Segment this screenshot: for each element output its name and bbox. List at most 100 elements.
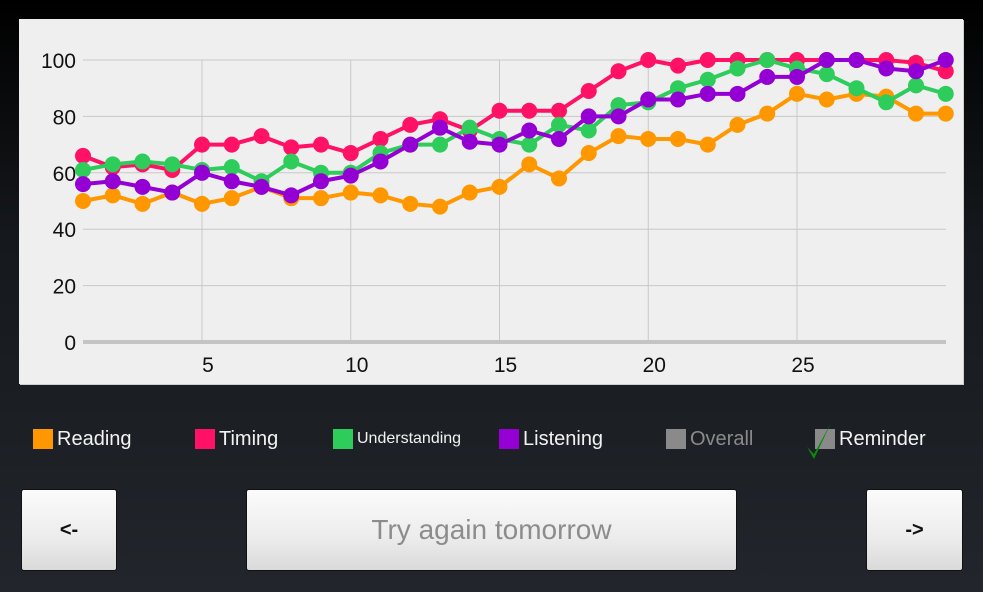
legend-item-timing[interactable]: Timing [195,424,278,454]
understanding-point [461,119,478,136]
next-button[interactable]: -> [866,489,963,571]
reading-point [461,184,478,201]
previous-button[interactable]: <- [21,489,117,571]
x-tick-label: 15 [494,354,517,377]
reading-point [818,91,835,108]
y-tick-label: 60 [53,163,76,186]
understanding-line [82,58,947,184]
x-tick-label: 25 [791,354,814,377]
reading-point [223,190,240,207]
listening-point [372,153,389,170]
series [75,52,954,215]
timing-swatch [195,429,215,449]
reading-point [194,195,210,212]
legend-item-listening[interactable]: Listening [499,424,603,454]
y-tick-label: 20 [53,276,76,299]
y-tick-label: 80 [53,106,76,129]
reading-point [342,184,359,201]
listening-point [699,85,716,102]
reading-point [670,130,686,147]
understanding-point [551,116,567,133]
timing-point [75,147,91,164]
understanding-swatch [333,429,353,449]
listening-point [610,108,627,125]
listening-point [789,68,805,85]
x-tick-label: 10 [345,354,368,377]
understanding-point [223,159,240,176]
understanding-point [878,94,895,111]
timing-point [699,52,716,68]
axes: 0 20 40 60 80 100 5 10 15 20 25 [41,50,946,377]
reading-point [372,187,389,204]
reading-point [640,130,657,147]
listening-point [342,167,359,184]
reminder-checkbox[interactable]: Reminder [807,423,926,459]
understanding-point [134,153,151,170]
timing-point [491,102,508,119]
y-tick-label: 100 [41,50,76,73]
listening-point [878,60,895,77]
listening-point [521,122,538,139]
timing-point [313,136,329,153]
reading-point [908,105,924,122]
understanding-point [937,85,954,102]
listening-point [75,176,91,193]
legend-item-understanding[interactable]: Understanding [333,424,461,454]
listening-point [432,119,448,136]
reading-point [551,170,567,187]
legend-label-timing: Timing [219,427,279,450]
listening-point [551,130,567,147]
timing-point [670,57,686,74]
previous-button-label: <- [59,518,79,541]
understanding-point [848,80,865,97]
x-tick-label: 20 [643,354,666,377]
listening-point [937,52,954,68]
reading-point [610,128,627,145]
listening-point [848,52,865,68]
understanding-point [164,156,181,173]
reading-point [134,195,151,212]
reading-swatch [33,429,53,449]
legend: Reading Timing Understanding Listening O… [0,423,983,459]
x-tick-label: 5 [202,354,214,377]
understanding-point [908,77,924,94]
y-tick-label: 0 [64,332,76,355]
timing-point [640,52,657,68]
legend-label-understanding: Understanding [357,430,462,447]
listening-point [759,68,776,85]
reading-point [789,85,805,102]
timing-point [580,83,597,100]
reading-point [699,136,716,153]
understanding-point [580,122,597,139]
understanding-point [432,136,448,153]
timing-line [82,58,947,172]
legend-label-listening: Listening [523,427,604,450]
timing-point [342,145,359,162]
listening-point [729,85,746,102]
reading-point [937,105,954,122]
overall-swatch [666,429,686,449]
reminder-box[interactable] [807,423,835,459]
reading-point [313,190,329,207]
reading-point [521,156,538,173]
listening-point [491,136,508,153]
listening-point [818,52,835,68]
reading-point [402,195,419,212]
understanding-point [283,153,300,170]
legend-item-overall[interactable]: Overall [666,424,753,454]
listening-point [908,63,924,80]
legend-item-reading[interactable]: Reading [33,424,132,454]
listening-point [461,133,478,150]
listening-point [580,108,597,125]
understanding-point [699,71,716,88]
checkmark-icon [807,423,831,459]
legend-label-overall: Overall [690,427,754,450]
try-again-button[interactable]: Try again tomorrow [246,489,737,571]
timing-point [372,130,389,147]
listening-point [223,173,240,190]
try-again-label: Try again tomorrow [371,514,612,545]
understanding-point [759,52,776,68]
reading-point [104,187,121,204]
listening-point [670,91,686,108]
chart-panel: 0 20 40 60 80 100 5 10 15 20 25 [19,19,963,384]
